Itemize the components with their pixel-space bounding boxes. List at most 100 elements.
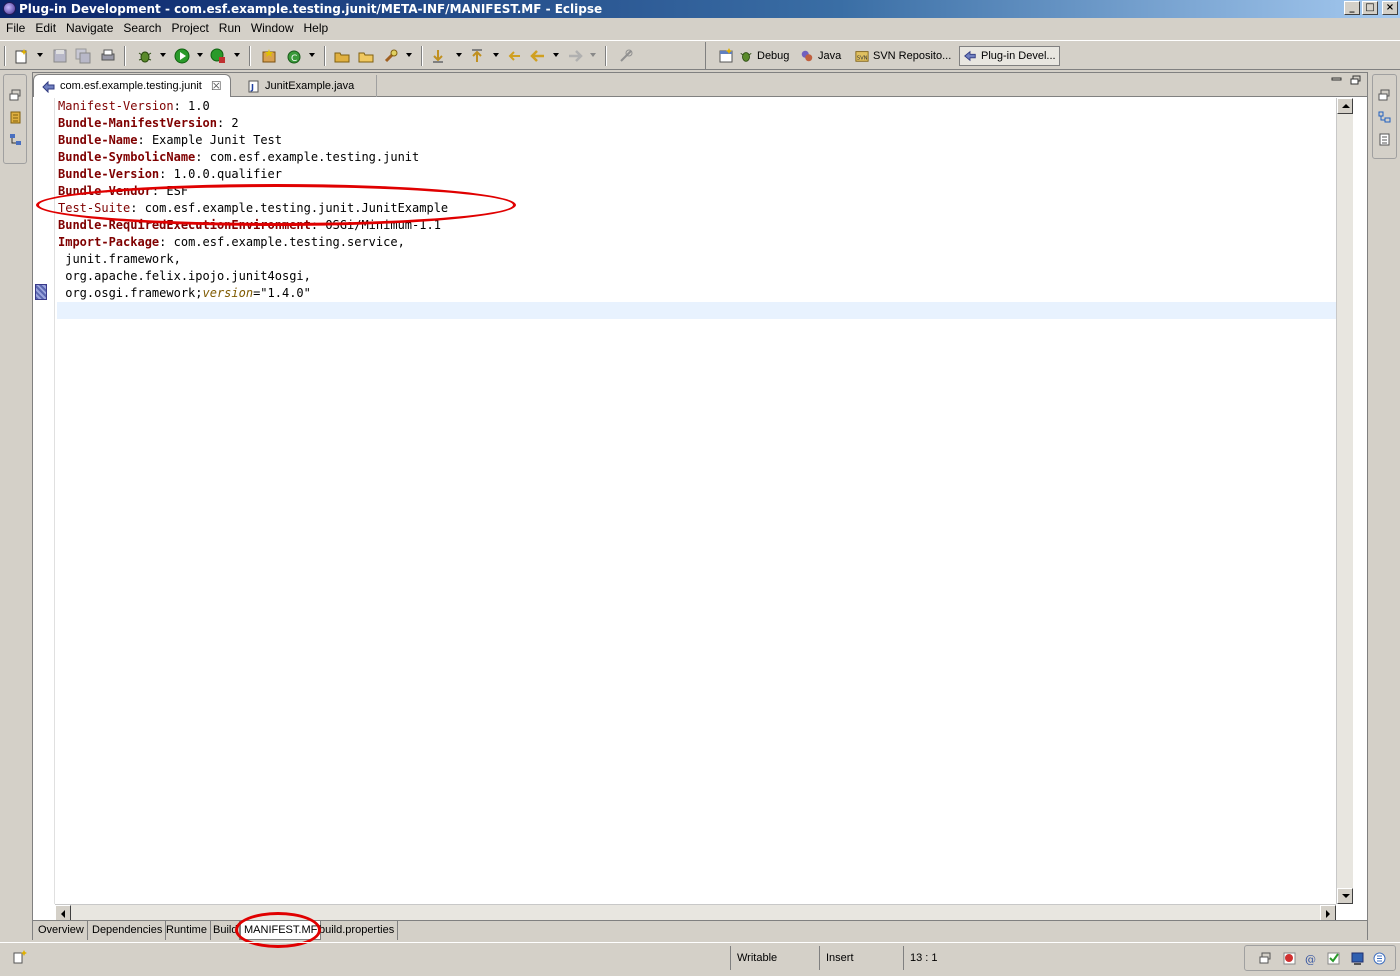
back-dropdown-icon[interactable] — [553, 53, 559, 57]
new-java-package-icon[interactable] — [261, 48, 277, 64]
javadoc-icon[interactable]: @ — [1305, 952, 1318, 965]
current-line — [57, 302, 1336, 319]
last-edit-location-icon[interactable] — [506, 48, 522, 64]
external-tools-icon[interactable] — [210, 48, 226, 64]
previous-annotation-dropdown-icon[interactable] — [493, 53, 499, 57]
hierarchy-icon[interactable] — [9, 133, 22, 146]
close-tab-icon[interactable]: ☒ — [211, 79, 222, 93]
tab-manifest-editor[interactable]: com.esf.example.testing.junit ☒ — [33, 74, 231, 97]
back-icon[interactable] — [530, 48, 546, 64]
new-icon[interactable] — [14, 48, 30, 64]
perspective-debug-label: Debug — [757, 50, 790, 62]
perspective-plugin-development[interactable]: Plug-in Devel... — [959, 46, 1060, 66]
new-class-dropdown-icon[interactable] — [309, 53, 315, 57]
perspective-java-label: Java — [818, 50, 842, 62]
restore-icon[interactable] — [1259, 952, 1272, 965]
tab-junitexample-java[interactable]: J JunitExample.java — [239, 75, 377, 97]
print-icon[interactable] — [100, 48, 116, 64]
header-key: Bundle-Name — [58, 133, 138, 147]
svg-text:SVN: SVN — [857, 56, 868, 62]
code-line: org.osgi.framework;version="1.4.0" — [57, 285, 1336, 302]
toolbar-separator — [124, 46, 126, 66]
tasks-icon[interactable] — [1327, 952, 1340, 965]
maximize-icon[interactable] — [1350, 75, 1361, 85]
menu-edit[interactable]: Edit — [30, 18, 61, 38]
attribute-value: ="1.4.0" — [253, 286, 311, 300]
next-annotation-icon[interactable] — [430, 48, 446, 64]
menu-navigate[interactable]: Navigate — [61, 18, 118, 38]
menu-window[interactable]: Window — [246, 18, 299, 38]
left-trim-bar — [3, 74, 27, 164]
perspective-svn[interactable]: SVN SVN Reposito... — [852, 46, 954, 66]
run-icon[interactable] — [174, 48, 190, 64]
previous-annotation-icon[interactable] — [469, 48, 485, 64]
debug-icon[interactable] — [137, 48, 153, 64]
minimize-button[interactable]: _ — [1344, 1, 1360, 15]
problems-icon[interactable] — [1283, 952, 1296, 965]
console-icon[interactable] — [1351, 952, 1364, 965]
save-icon[interactable] — [52, 48, 68, 64]
outline-icon[interactable] — [1378, 111, 1391, 124]
run-dropdown-icon[interactable] — [197, 53, 203, 57]
header-value: org.apache.felix.ipojo.junit4osgi, — [58, 269, 311, 283]
manifest-editor: com.esf.example.testing.junit ☒ J JunitE… — [32, 72, 1368, 940]
menu-search[interactable]: Search — [118, 18, 166, 38]
page-tab-build[interactable]: Build — [210, 921, 240, 940]
horizontal-scrollbar[interactable] — [55, 904, 1336, 921]
restore-icon[interactable] — [1378, 89, 1391, 102]
svg-text:@: @ — [1305, 953, 1316, 965]
next-annotation-dropdown-icon[interactable] — [456, 53, 462, 57]
arrow-right-icon — [1326, 910, 1330, 918]
external-tools-dropdown-icon[interactable] — [234, 53, 240, 57]
menu-help[interactable]: Help — [299, 18, 334, 38]
scroll-down-button[interactable] — [1337, 888, 1353, 904]
open-perspective-icon[interactable] — [718, 48, 734, 64]
page-tab-overview[interactable]: Overview — [35, 921, 88, 940]
toolbar-separator — [421, 46, 423, 66]
menu-project[interactable]: Project — [166, 18, 213, 38]
source-text-area[interactable]: Manifest-Version: 1.0 Bundle-ManifestVer… — [33, 98, 1336, 904]
page-tab-build-properties[interactable]: build.properties — [316, 921, 399, 940]
task-list-icon[interactable] — [1378, 133, 1391, 146]
menu-file[interactable]: File — [1, 18, 30, 38]
search-dropdown-icon[interactable] — [406, 53, 412, 57]
new-class-icon[interactable]: C — [286, 48, 302, 64]
forward-dropdown-icon[interactable] — [590, 53, 596, 57]
maximize-button[interactable]: □ — [1362, 1, 1378, 15]
perspective-svn-label: SVN Reposito... — [873, 50, 952, 62]
open-type-icon[interactable] — [334, 48, 350, 64]
progress-icon[interactable] — [1373, 952, 1386, 965]
open-resource-icon[interactable] — [358, 48, 374, 64]
scroll-right-button[interactable] — [1320, 905, 1336, 921]
pin-editor-icon[interactable] — [618, 48, 634, 64]
code-line: Bundle-Name: Example Junit Test — [57, 132, 1336, 149]
close-button[interactable]: × — [1382, 1, 1398, 15]
page-tab-runtime[interactable]: Runtime — [163, 921, 211, 940]
manifest-source[interactable]: Manifest-Version: 1.0 Bundle-ManifestVer… — [57, 98, 1336, 319]
page-tab-dependencies[interactable]: Dependencies — [89, 921, 167, 940]
perspective-debug[interactable]: Debug — [736, 46, 792, 66]
toolbar-separator — [249, 46, 251, 66]
page-tab-manifest[interactable]: MANIFEST.MF — [240, 921, 322, 940]
attribute-name: version — [202, 286, 254, 300]
save-all-icon[interactable] — [75, 48, 91, 64]
menu-run[interactable]: Run — [214, 18, 246, 38]
restore-icon[interactable] — [9, 89, 22, 102]
header-key: Import-Package — [58, 235, 160, 249]
perspective-java[interactable]: Java — [797, 46, 844, 66]
header-value: 1.0.0.qualifier — [166, 167, 282, 181]
menu-bar: File Edit Navigate Search Project Run Wi… — [0, 18, 1400, 38]
forward-icon[interactable] — [567, 48, 583, 64]
package-explorer-icon[interactable] — [9, 111, 22, 124]
scroll-up-button[interactable] — [1337, 98, 1353, 114]
debug-dropdown-icon[interactable] — [160, 53, 166, 57]
fast-view-icon[interactable] — [12, 949, 28, 965]
header-key: Bundle-RequiredExecutionEnvironment — [58, 218, 311, 232]
scroll-left-button[interactable] — [55, 905, 71, 921]
status-trim-icons: @ — [1244, 945, 1396, 971]
new-dropdown-icon[interactable] — [37, 53, 43, 57]
header-key: Bundle-Version — [58, 167, 160, 181]
search-icon[interactable] — [383, 48, 399, 64]
minimize-icon[interactable] — [1331, 75, 1342, 85]
vertical-scrollbar[interactable] — [1336, 98, 1353, 904]
